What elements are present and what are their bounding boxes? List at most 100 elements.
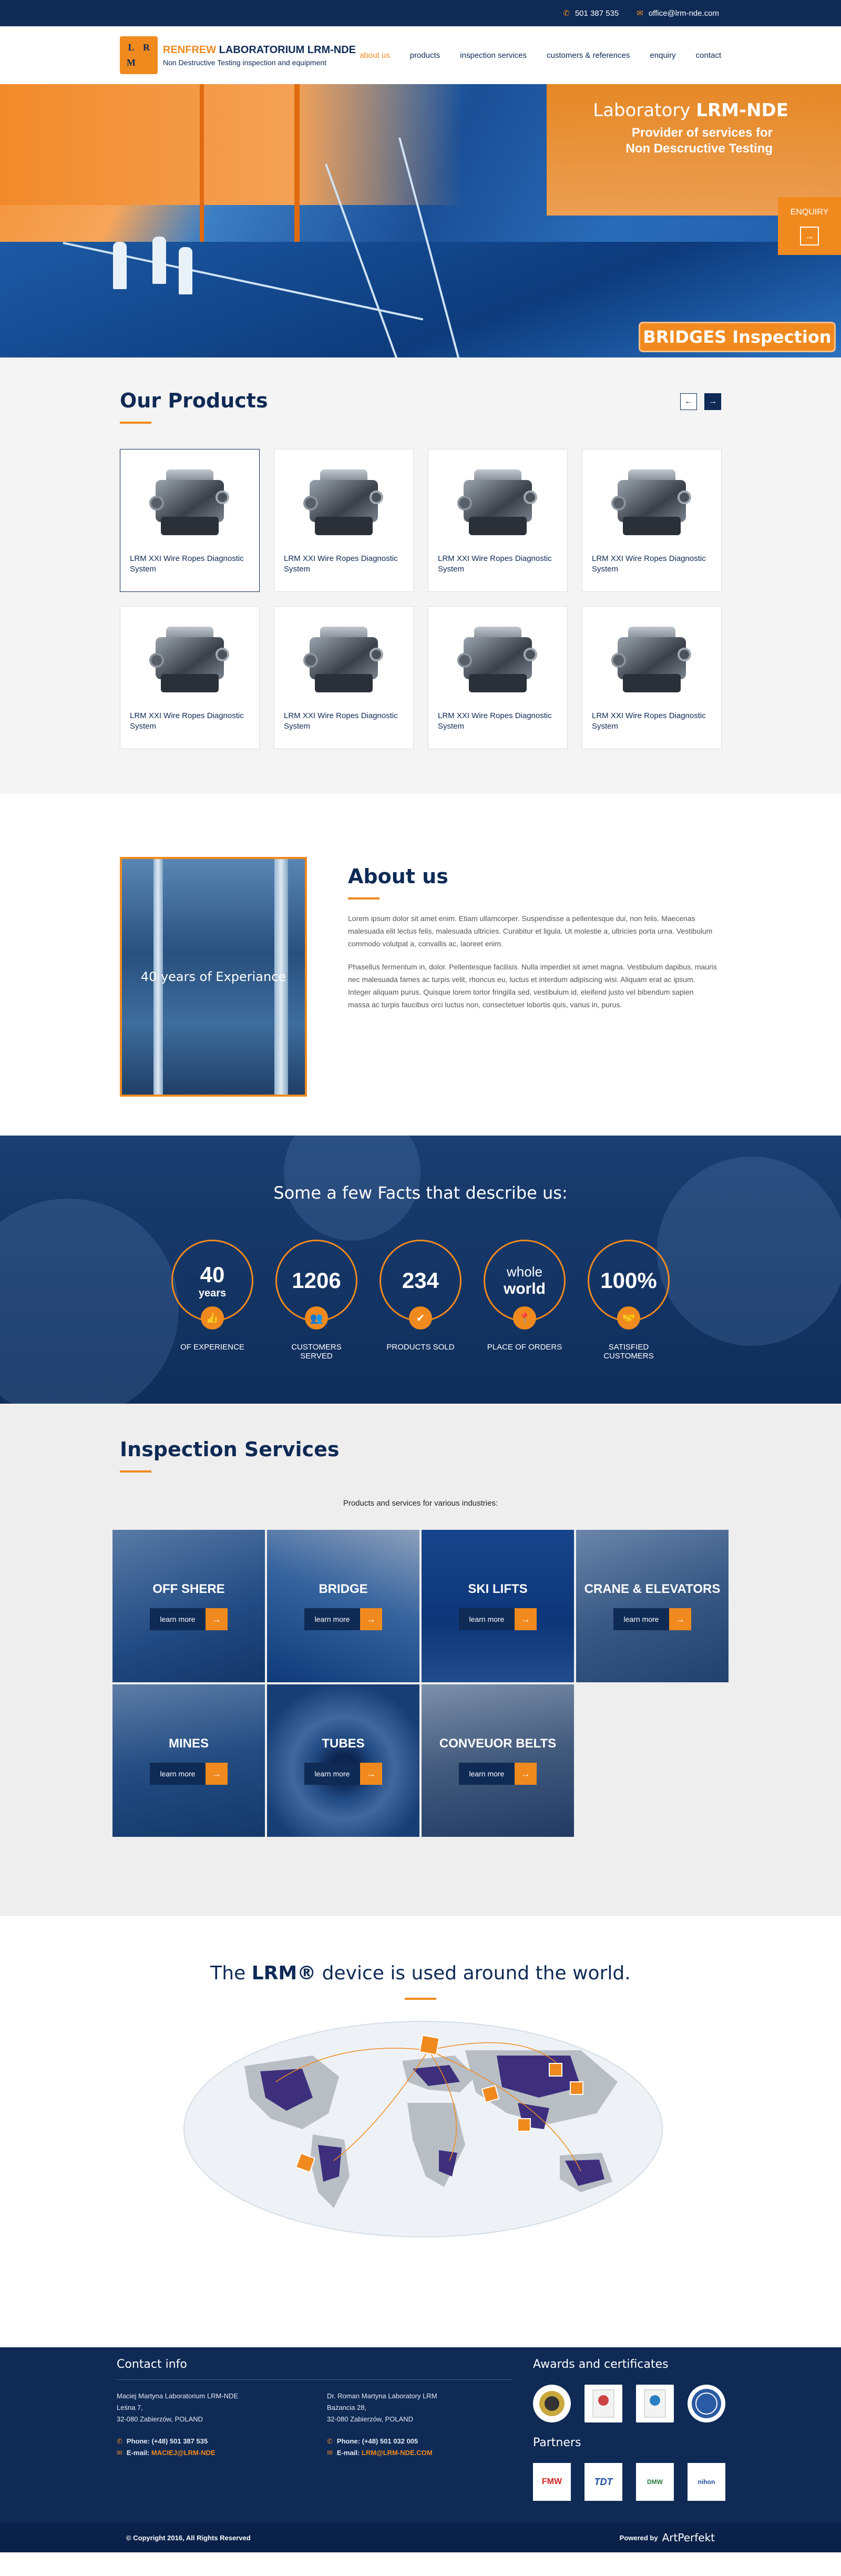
fact-value: 40 [200,1262,225,1287]
powered-by-label: Powered by [619,2533,658,2542]
products-section: Our Products ← → LRM XXI Wire Ropes Diag… [0,357,841,794]
partner-logo[interactable]: TDT [584,2463,622,2501]
brand-name: LABORATORIUM LRM-NDE [219,44,356,56]
learn-more-button[interactable]: learn more → [613,1608,691,1630]
nav-products[interactable]: products [410,51,440,60]
service-card[interactable]: MINES learn more → [112,1684,265,1837]
fact-circle: 234 ✔ [380,1240,461,1330]
product-name: LRM XXI Wire Ropes Diagnostic System [130,711,244,731]
service-card[interactable]: CRANE & ELEVATORS learn more → [576,1530,729,1682]
contact-phone[interactable]: Phone: (+48) 501 032 005 [337,2437,418,2445]
copyright-text: © Copyright 2016, All Rights Reserved [126,2533,251,2542]
partner-logo[interactable]: FMW [533,2463,571,2501]
partner-logo[interactable]: DMW [636,2463,674,2501]
hero-subtitle-line: Provider of services for [631,126,773,140]
topbar-email-text: office@lrm-nde.com [648,8,719,18]
hero-subtitle: Provider of services for Non Descructive… [625,125,773,157]
product-name: LRM XXI Wire Ropes Diagnostic System [438,711,552,731]
arrow-right-icon: → [669,1608,691,1630]
service-card[interactable]: CONVEUOR BELTS learn more → [422,1684,574,1837]
inspection-section: Inspection Services Products and service… [0,1404,841,1916]
contact-name: Maciej Martyna Laboratorium LRM-NDE [117,2392,239,2400]
nav-customers-references[interactable]: customers & references [547,51,630,60]
learn-more-button[interactable]: learn more → [150,1763,228,1785]
contact-city: 32-080 Zabierzów, POLAND [117,2415,203,2423]
fact-item: 234 ✔ PRODUCTS SOLD [380,1240,461,1361]
award-badge-icon[interactable] [533,2385,571,2422]
powered-by-brand: ArtPerfekt [662,2531,715,2544]
bridge-tower [294,84,300,242]
product-card[interactable]: LRM XXI Wire Ropes Diagnostic System [120,606,260,749]
logo[interactable]: L R M RENFREW LABORATORIUM LRM-NDE Non D… [120,36,356,74]
nav-enquiry[interactable]: enquiry [650,51,675,60]
certificate-icon[interactable] [584,2385,622,2422]
enquiry-button[interactable]: ENQUIRY → [778,197,841,255]
map-marker-icon[interactable] [419,2035,440,2056]
envelope-icon: ✉ [117,2449,122,2457]
service-card[interactable]: OFF SHERE learn more → [112,1530,265,1682]
map-pin-icon: 📍 [513,1306,536,1330]
certificate-icon[interactable] [636,2385,674,2422]
carousel-prev-button[interactable]: ← [680,393,697,410]
service-card[interactable]: BRIDGE learn more → [267,1530,419,1682]
contact-email[interactable]: LRM@LRM-NDE.COM [362,2449,433,2457]
awards-list [533,2385,725,2422]
contact-email[interactable]: MACIEJ@LRM-NDE [151,2449,216,2457]
email-label: E-mail: [336,2449,360,2457]
phone-icon: ✆ [327,2437,333,2445]
partners-list: FMW TDT DMW nihon [533,2463,725,2501]
facts-title: Some a few Facts that describe us: [273,1183,568,1203]
learn-more-button[interactable]: learn more → [459,1608,537,1630]
map-marker-icon[interactable] [549,2063,562,2077]
product-card[interactable]: LRM XXI Wire Ropes Diagnostic System [582,606,722,749]
map-marker-icon[interactable] [481,2084,500,2103]
section-title: Our Products [120,389,268,412]
logo-letter [139,56,153,70]
learn-more-button[interactable]: learn more → [304,1608,382,1630]
partner-logo[interactable]: nihon [688,2463,725,2501]
seal-icon[interactable] [688,2385,725,2422]
arrow-right-icon: → [360,1763,382,1785]
service-title: SKI LIFTS [468,1582,528,1596]
partner-logo-text: nihon [698,2478,715,2486]
brand-tagline: Non Destructive Testing inspection and e… [163,58,327,67]
learn-more-button[interactable]: learn more → [304,1763,382,1785]
powered-by[interactable]: Powered by ArtPerfekt [620,2531,715,2544]
product-card[interactable]: LRM XXI Wire Ropes Diagnostic System [120,449,260,592]
topbar-phone[interactable]: ✆ 501 387 535 [563,8,619,18]
carousel-next-button[interactable]: → [704,393,721,410]
product-image [453,616,542,706]
product-name: LRM XXI Wire Ropes Diagnostic System [284,711,398,731]
product-name: LRM XXI Wire Ropes Diagnostic System [592,711,706,731]
nav-about-us[interactable]: about us [360,51,390,60]
arrow-right-icon: → [206,1763,228,1785]
world-title-brand: LRM® [251,1962,316,1984]
fact-item: whole world 📍 PLACE OF ORDERS [484,1240,566,1361]
map-marker-icon[interactable] [517,2118,531,2132]
fact-value: 100% [600,1268,657,1293]
product-card[interactable]: LRM XXI Wire Ropes Diagnostic System [274,449,414,592]
product-card[interactable]: LRM XXI Wire Ropes Diagnostic System [428,449,568,592]
topbar-email[interactable]: ✉ office@lrm-nde.com [637,8,719,18]
image-overlay [422,1684,574,1837]
product-card[interactable]: LRM XXI Wire Ropes Diagnostic System [428,606,568,749]
nav-inspection-services[interactable]: inspection services [460,51,527,60]
divider [117,2379,512,2380]
logo-letter: M [127,57,136,68]
top-bar: ✆ 501 387 535 ✉ office@lrm-nde.com [0,0,841,26]
product-card[interactable]: LRM XXI Wire Ropes Diagnostic System [274,606,414,749]
service-card[interactable]: SKI LIFTS learn more → [422,1530,574,1682]
product-card[interactable]: LRM XXI Wire Ropes Diagnostic System [582,449,722,592]
service-card[interactable]: TUBES learn more → [267,1684,419,1837]
product-image [453,459,542,548]
map-marker-icon[interactable] [570,2081,583,2095]
world-section: The LRM® device is used around the world… [0,1916,841,2347]
phone-icon: ✆ [563,9,570,18]
learn-more-button[interactable]: learn more → [459,1763,537,1785]
nav-contact[interactable]: contact [696,51,721,60]
product-image [607,616,696,706]
section-title: About us [348,865,448,888]
fact-unit: world [504,1280,546,1297]
learn-more-button[interactable]: learn more → [150,1608,228,1630]
contact-phone[interactable]: Phone: (+48) 501 387 535 [127,2437,208,2445]
